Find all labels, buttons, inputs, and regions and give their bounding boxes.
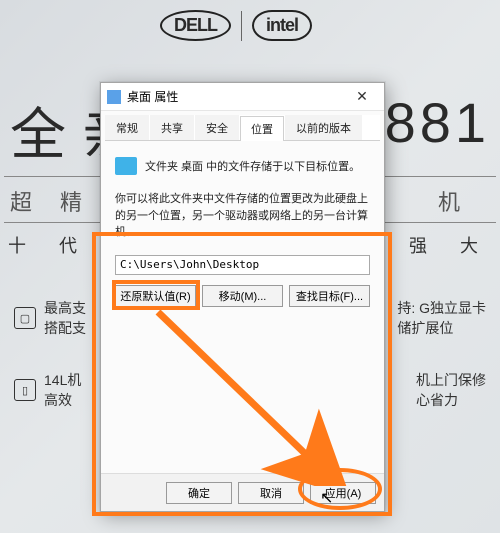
bg-sub-mid: 精 <box>60 185 82 217</box>
move-button[interactable]: 移动(M)... <box>202 285 283 307</box>
spec-1a: 最高支 <box>44 298 86 318</box>
bg-tagline-left: 十 代 <box>8 232 91 258</box>
close-button[interactable]: ✕ <box>346 88 378 105</box>
tab-general[interactable]: 常规 <box>105 115 149 140</box>
dialog-body: 文件夹 桌面 中的文件存储于以下目标位置。 你可以将此文件夹中文件存储的位置更改… <box>101 141 384 478</box>
tab-location[interactable]: 位置 <box>240 116 284 141</box>
spec-2b: 高效 <box>44 390 81 410</box>
bg-headline-right: 881 <box>385 90 490 155</box>
tab-previous-versions[interactable]: 以前的版本 <box>285 115 362 140</box>
spec-2ra: 机上门保修 <box>416 370 486 390</box>
case-icon: ▯ <box>14 379 36 401</box>
path-input[interactable] <box>115 255 370 275</box>
tab-strip: 常规 共享 安全 位置 以前的版本 <box>105 115 380 141</box>
titlebar[interactable]: 桌面 属性 ✕ <box>101 83 384 111</box>
spec-2a: 14L机 <box>44 370 81 390</box>
spec-2rb: 心省力 <box>416 390 486 410</box>
tab-share[interactable]: 共享 <box>150 115 194 140</box>
spec-1ra: 持: G独立显卡 <box>397 298 486 318</box>
properties-dialog: 桌面 属性 ✕ 常规 共享 安全 位置 以前的版本 文件夹 桌面 中的文件存储于… <box>100 82 385 512</box>
cpu-icon: ▢ <box>14 307 36 329</box>
apply-button[interactable]: 应用(A) <box>310 482 376 504</box>
dell-logo: D⁠ELL <box>160 10 231 41</box>
cancel-button[interactable]: 取消 <box>238 482 304 504</box>
intel-logo: intel <box>252 10 312 41</box>
window-title: 桌面 属性 <box>127 88 346 105</box>
spec-1rb: 储扩展位 <box>397 318 486 338</box>
location-info: 你可以将此文件夹中文件存储的位置更改为此硬盘上的另一个位置，另一个驱动器或网络上… <box>115 191 370 241</box>
folder-title-icon <box>107 90 121 104</box>
spec-1b: 搭配支 <box>44 318 86 338</box>
location-line1: 文件夹 桌面 中的文件存储于以下目标位置。 <box>145 158 360 174</box>
logo-divider <box>241 11 242 41</box>
find-target-button[interactable]: 查找目标(F)... <box>289 285 370 307</box>
bg-sub-left: 超 <box>10 185 32 217</box>
restore-defaults-button[interactable]: 还原默认值(R) <box>115 285 196 307</box>
tab-security[interactable]: 安全 <box>195 115 239 140</box>
folder-icon <box>115 157 137 175</box>
ok-button[interactable]: 确定 <box>166 482 232 504</box>
dialog-button-bar: 确定 取消 应用(A) <box>101 473 384 511</box>
